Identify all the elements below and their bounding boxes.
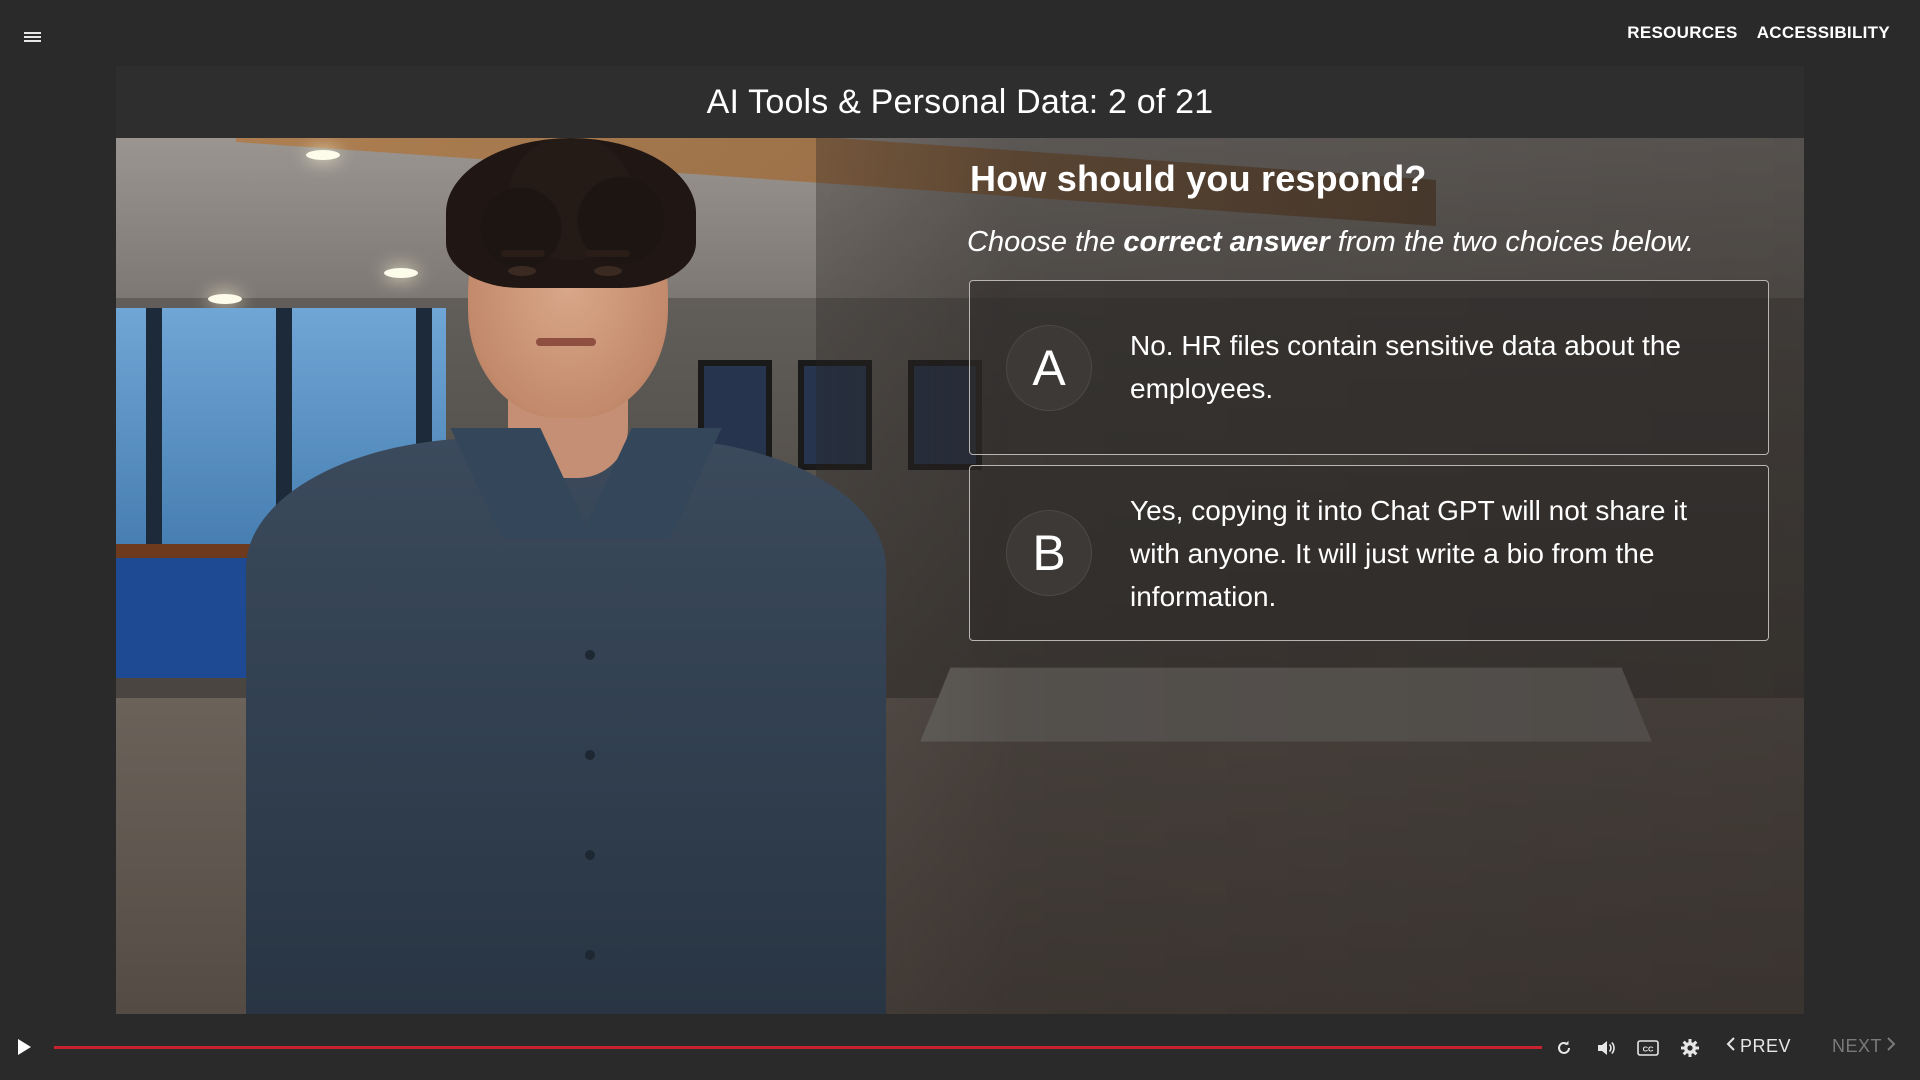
presenter-brow xyxy=(501,250,545,257)
quiz-panel: How should you respond? Choose the corre… xyxy=(967,158,1770,641)
accessibility-link[interactable]: ACCESSIBILITY xyxy=(1757,23,1890,43)
play-icon[interactable] xyxy=(18,1039,31,1055)
instruction-emphasis: correct answer xyxy=(1123,226,1330,258)
choice-b-button[interactable]: B Yes, copying it into Chat GPT will not… xyxy=(969,465,1769,641)
instruction-suffix: from the two choices below. xyxy=(1329,226,1695,258)
resources-link[interactable]: RESOURCES xyxy=(1627,23,1737,43)
presenter-eye xyxy=(594,266,622,276)
choice-letter: A xyxy=(1006,325,1092,411)
closed-captions-icon[interactable]: CC xyxy=(1636,1036,1660,1060)
presenter-eye xyxy=(508,266,536,276)
presenter-brow xyxy=(586,250,630,257)
presenter-hair xyxy=(446,138,696,288)
replay-icon[interactable] xyxy=(1552,1036,1576,1060)
ceiling-light xyxy=(208,294,242,304)
settings-gear-icon[interactable] xyxy=(1678,1036,1702,1060)
quiz-question: How should you respond? xyxy=(970,158,1427,199)
quiz-instructions: Choose the correct answer from the two c… xyxy=(967,226,1770,259)
prev-label: PREV xyxy=(1740,1036,1792,1056)
choice-a-button[interactable]: A No. HR files contain sensitive data ab… xyxy=(969,280,1769,455)
progress-fill xyxy=(54,1046,1542,1049)
cc-label: CC xyxy=(1643,1045,1654,1054)
top-links: RESOURCES ACCESSIBILITY xyxy=(1627,23,1890,43)
shirt-button xyxy=(585,650,595,660)
slide-title-bar: AI Tools & Personal Data: 2 of 21 xyxy=(116,66,1804,138)
chevron-right-icon xyxy=(1886,1036,1896,1057)
progress-bar[interactable] xyxy=(54,1046,1542,1049)
shirt-button xyxy=(585,850,595,860)
volume-icon[interactable] xyxy=(1594,1036,1618,1060)
shirt-button xyxy=(585,750,595,760)
hamburger-menu-icon[interactable] xyxy=(22,28,46,46)
slide-title: AI Tools & Personal Data: 2 of 21 xyxy=(706,82,1214,121)
next-button[interactable]: NEXT xyxy=(1832,1036,1896,1057)
prev-button[interactable]: PREV xyxy=(1726,1036,1791,1057)
presenter-mouth xyxy=(536,338,596,346)
presenter-image xyxy=(246,138,886,1014)
chevron-left-icon xyxy=(1726,1036,1736,1057)
choice-letter: B xyxy=(1006,510,1092,596)
shirt-button xyxy=(585,950,595,960)
choice-text: Yes, copying it into Chat GPT will not s… xyxy=(1130,495,1688,612)
top-bar: RESOURCES ACCESSIBILITY xyxy=(0,0,1920,66)
instruction-prefix: Choose the xyxy=(967,226,1124,258)
choice-text: No. HR files contain sensitive data abou… xyxy=(1130,330,1681,404)
next-label: NEXT xyxy=(1832,1036,1883,1056)
